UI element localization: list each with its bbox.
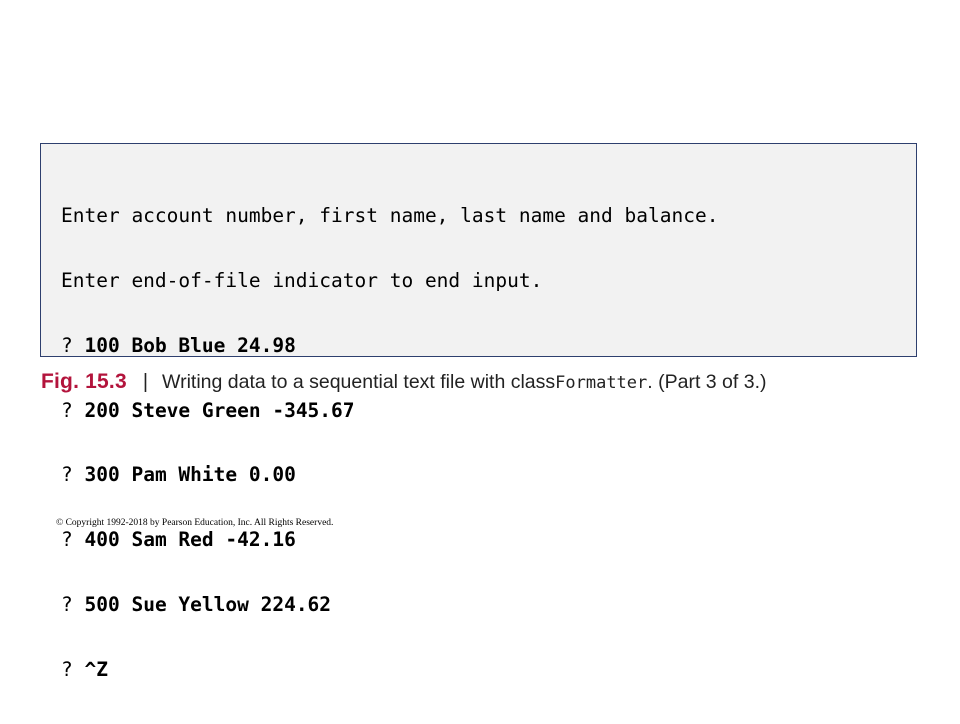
copyright-notice: © Copyright 1992-2018 by Pearson Educati… [56, 518, 334, 528]
caption-class-name: Formatter [555, 373, 648, 393]
prompt-symbol: ? [61, 592, 73, 616]
prompt-symbol: ? [61, 657, 73, 681]
user-input: ^Z [84, 657, 108, 681]
caption-text-suffix: . (Part 3 of 3.) [647, 371, 767, 393]
prompt-symbol: ? [61, 398, 73, 422]
caption-separator: | [142, 371, 149, 393]
console-header-line: Enter end-of-file indicator to end input… [61, 268, 543, 292]
prompt-symbol: ? [61, 463, 73, 487]
user-input: 500 Sue Yellow 224.62 [84, 592, 332, 616]
console-output-box: Enter account number, first name, last n… [40, 143, 917, 680]
console-header-line: Enter account number, first name, last n… [61, 204, 719, 228]
console-lines: Enter account number, first name, last n… [61, 162, 718, 723]
user-input: 200 Steve Green -345.67 [84, 398, 355, 422]
console-input-line: ? 300 Pam White 0.00 [61, 464, 718, 486]
console-input-line: ? 100 Bob Blue 24.98 [61, 333, 718, 357]
user-input: 300 Pam White 0.00 [84, 463, 296, 487]
user-input: 100 Bob Blue 24.98 [84, 333, 296, 357]
console-input-line: ? 200 Steve Green -345.67 [61, 398, 718, 422]
figure-label: Fig. 15.3 [41, 370, 127, 393]
figure-caption: Fig. 15.3 | Writing data to a sequential… [41, 370, 766, 400]
caption-text: Writing data to a sequential text file w… [162, 371, 556, 393]
console-input-line: ? ^Z [61, 657, 718, 681]
prompt-symbol: ? [61, 333, 73, 357]
console-input-line: ? 500 Sue Yellow 224.62 [61, 594, 718, 616]
